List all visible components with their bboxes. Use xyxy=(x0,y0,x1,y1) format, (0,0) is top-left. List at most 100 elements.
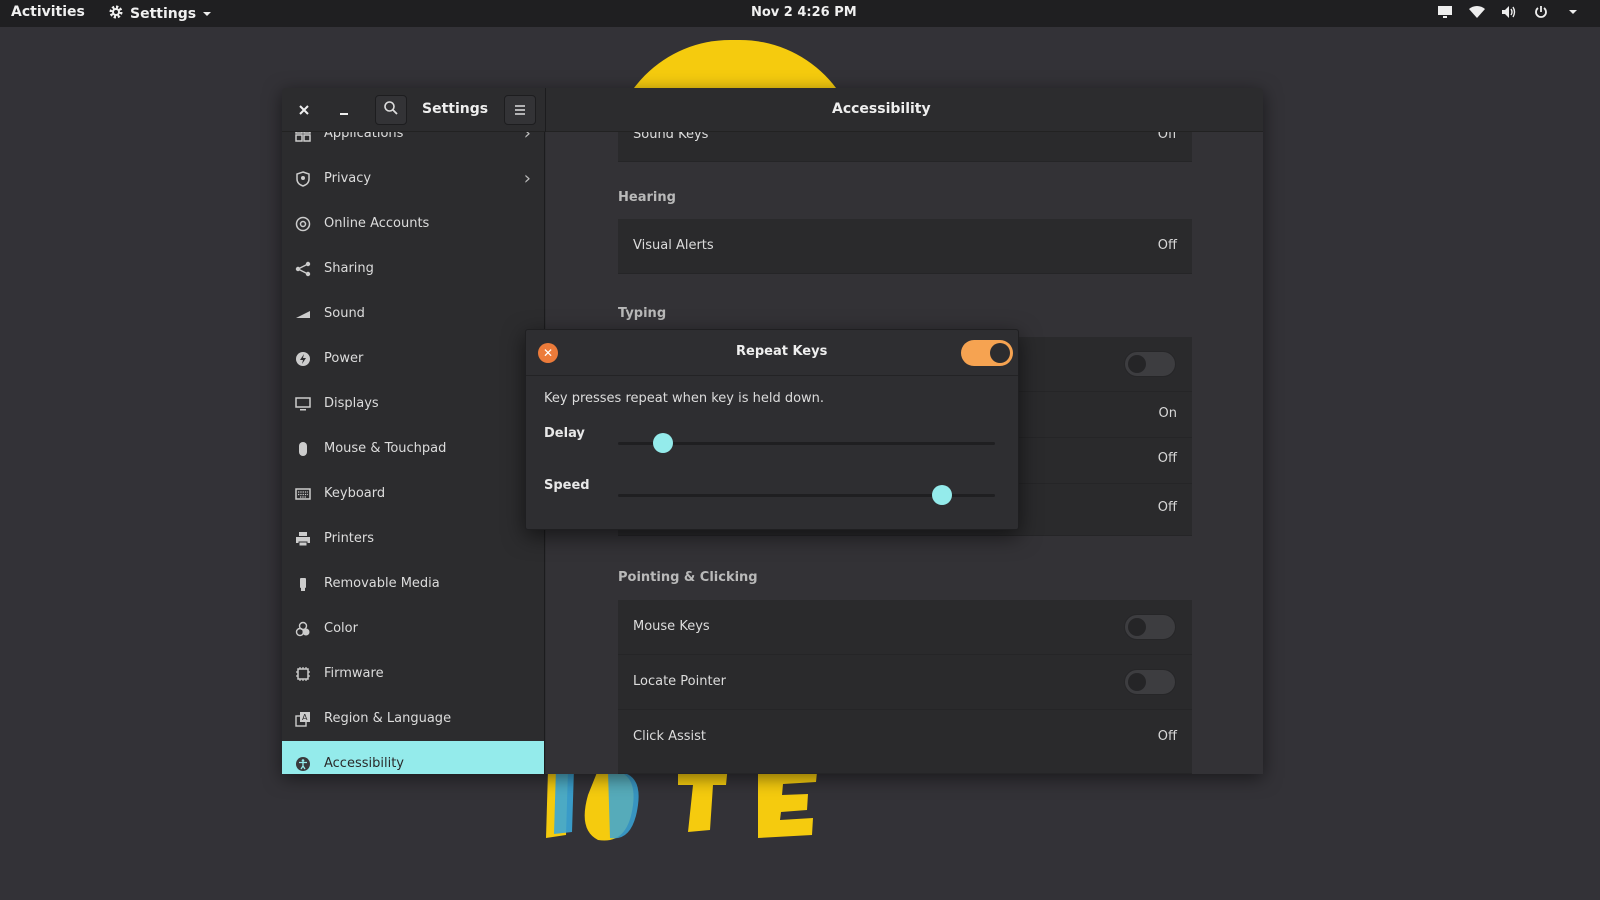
app-menu-label: Settings xyxy=(130,6,197,22)
sidebar-item-removable-media[interactable]: Removable Media xyxy=(282,561,544,606)
header-bar: Settings Accessibility xyxy=(282,88,1263,132)
visual-alerts-row[interactable]: Visual Alerts Off xyxy=(618,219,1192,274)
search-button[interactable] xyxy=(375,95,407,125)
gear-icon xyxy=(108,4,124,24)
delay-slider[interactable] xyxy=(618,433,995,453)
sidebar-item-privacy[interactable]: Privacy › xyxy=(282,156,544,201)
sound-keys-row[interactable]: Sound Keys Off xyxy=(618,132,1192,162)
speed-label: Speed xyxy=(544,478,590,493)
close-icon xyxy=(298,101,310,120)
sidebar-item-color[interactable]: Color xyxy=(282,606,544,651)
share-icon xyxy=(294,260,312,278)
repeat-keys-toggle[interactable] xyxy=(961,340,1013,366)
row-label: Sound Keys xyxy=(633,132,709,142)
delay-slider-handle[interactable] xyxy=(653,433,674,453)
display-icon xyxy=(294,395,312,413)
sidebar-item-label: Privacy xyxy=(324,171,372,186)
row-label: Mouse Keys xyxy=(633,619,710,634)
sidebar-item-label: Printers xyxy=(324,531,375,546)
toggle-knob xyxy=(1128,618,1146,636)
sidebar-item-label: Sharing xyxy=(324,261,374,276)
section-heading-hearing: Hearing xyxy=(618,190,676,205)
sidebar-item-label: Firmware xyxy=(324,666,384,681)
speed-slider-handle[interactable] xyxy=(932,485,953,505)
sound-icon xyxy=(294,305,312,323)
usb-icon xyxy=(294,575,312,593)
delay-label: Delay xyxy=(544,426,585,441)
sidebar: Applications › Privacy › Online Accounts… xyxy=(282,132,545,774)
sidebar-item-sharing[interactable]: Sharing xyxy=(282,246,544,291)
sidebar-item-power[interactable]: Power xyxy=(282,336,544,381)
chip-icon xyxy=(294,665,312,683)
power-icon[interactable] xyxy=(1532,3,1550,21)
sidebar-item-sound[interactable]: Sound xyxy=(282,291,544,336)
activities-button[interactable]: Activities xyxy=(11,4,85,20)
search-icon xyxy=(383,100,399,120)
sidebar-item-keyboard[interactable]: Keyboard xyxy=(282,471,544,516)
sidebar-item-label: Color xyxy=(324,621,358,636)
sidebar-item-applications[interactable]: Applications › xyxy=(282,132,544,156)
chevron-right-icon: › xyxy=(523,168,531,189)
minimize-button[interactable] xyxy=(328,95,360,125)
row-value: Off xyxy=(1157,500,1177,515)
volume-icon[interactable] xyxy=(1500,3,1518,21)
sidebar-item-label: Keyboard xyxy=(324,486,386,501)
privacy-icon xyxy=(294,170,312,188)
sidebar-item-region-language[interactable]: A Region & Language xyxy=(282,696,544,741)
sidebar-item-label: Applications xyxy=(324,132,404,141)
chevron-down-icon[interactable] xyxy=(1564,3,1582,21)
section-heading-pointing: Pointing & Clicking xyxy=(618,570,758,585)
locate-pointer-toggle[interactable] xyxy=(1124,669,1176,695)
row-value: Off xyxy=(1157,451,1177,466)
wallpaper-graphic xyxy=(528,760,868,860)
toggle-knob xyxy=(990,343,1010,363)
wifi-icon[interactable] xyxy=(1468,3,1486,21)
applications-icon xyxy=(294,132,312,143)
row-value: On xyxy=(1158,406,1177,421)
chevron-right-icon: › xyxy=(523,132,531,144)
chevron-down-icon xyxy=(202,6,212,22)
speed-slider[interactable] xyxy=(618,485,995,505)
row-value: Off xyxy=(1157,132,1177,142)
row-value: Off xyxy=(1157,729,1177,744)
clock[interactable]: Nov 2 4:26 PM xyxy=(751,5,857,20)
app-menu[interactable]: Settings xyxy=(108,4,212,24)
close-icon: ✕ xyxy=(542,346,554,360)
click-assist-row[interactable]: Click Assist Off xyxy=(618,710,1192,774)
sidebar-item-accessibility[interactable]: Accessibility xyxy=(282,741,544,774)
menu-button[interactable] xyxy=(504,95,536,125)
sidebar-title: Settings xyxy=(422,101,489,117)
sidebar-item-label: Mouse & Touchpad xyxy=(324,441,447,456)
svg-text:A: A xyxy=(302,713,308,722)
sidebar-item-online-accounts[interactable]: Online Accounts xyxy=(282,201,544,246)
mouse-keys-row[interactable]: Mouse Keys xyxy=(618,600,1192,655)
page-title: Accessibility xyxy=(832,101,931,117)
sidebar-item-label: Power xyxy=(324,351,364,366)
sidebar-item-label: Displays xyxy=(324,396,379,411)
display-icon[interactable] xyxy=(1436,3,1454,21)
dialog-close-button[interactable]: ✕ xyxy=(538,343,558,363)
sidebar-item-firmware[interactable]: Firmware xyxy=(282,651,544,696)
sidebar-item-label: Accessibility xyxy=(324,756,404,771)
color-icon xyxy=(294,620,312,638)
sidebar-item-printers[interactable]: Printers xyxy=(282,516,544,561)
close-window-button[interactable] xyxy=(288,95,320,125)
at-icon xyxy=(294,215,312,233)
locate-pointer-row[interactable]: Locate Pointer xyxy=(618,655,1192,710)
accessibility-icon xyxy=(294,755,312,773)
dialog-description: Key presses repeat when key is held down… xyxy=(544,391,825,406)
toggle-knob xyxy=(1128,355,1146,373)
top-bar: Activities Settings Nov 2 4:26 PM xyxy=(0,0,1600,27)
repeat-keys-dialog: ✕ Repeat Keys Key presses repeat when ke… xyxy=(525,329,1019,530)
region-icon: A xyxy=(294,710,312,728)
sidebar-item-label: Region & Language xyxy=(324,711,452,726)
sidebar-item-label: Sound xyxy=(324,306,365,321)
dialog-title: Repeat Keys xyxy=(736,344,828,359)
mouse-icon xyxy=(294,440,312,458)
mouse-keys-toggle[interactable] xyxy=(1124,614,1176,640)
typing-toggle[interactable] xyxy=(1124,351,1176,377)
sidebar-item-mouse-touchpad[interactable]: Mouse & Touchpad xyxy=(282,426,544,471)
sidebar-item-displays[interactable]: Displays xyxy=(282,381,544,426)
hamburger-icon xyxy=(514,101,526,120)
dialog-header: ✕ Repeat Keys xyxy=(526,330,1018,376)
